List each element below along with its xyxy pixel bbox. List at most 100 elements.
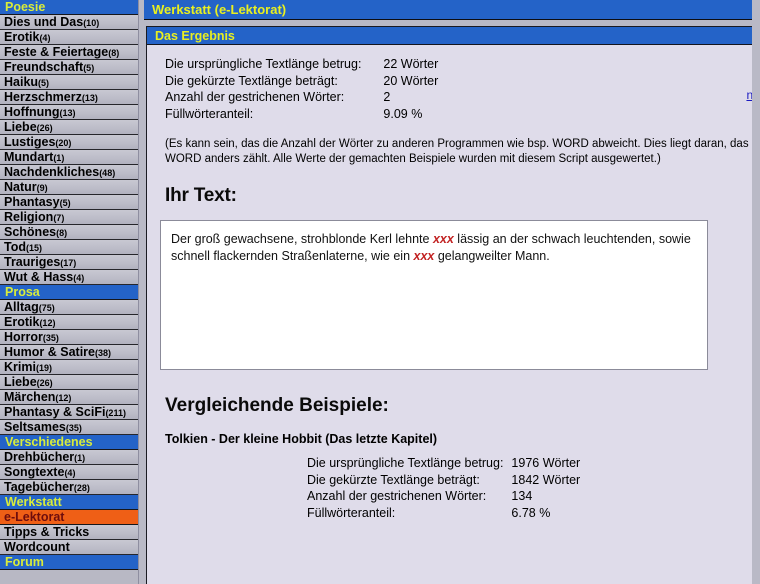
sidebar-item-count: (1) (53, 153, 65, 163)
sidebar-item-count: (9) (36, 183, 48, 193)
sidebar-item-count: (8) (56, 228, 68, 238)
sidebar-item-count: (211) (105, 408, 126, 418)
stat-row: Füllwörteranteil: 6.78 % (307, 506, 580, 523)
sidebar-item-count: (35) (65, 423, 82, 433)
stat-label: Die ursprüngliche Textlänge betrug: (307, 456, 504, 470)
sidebar-item-mundart[interactable]: Mundart(1) (0, 150, 138, 165)
sidebar-item-label: Drehbücher (4, 450, 75, 464)
sidebar-item-label: Phantasy (4, 195, 60, 209)
sidebar-item-phantasy[interactable]: Phantasy(5) (0, 195, 138, 210)
sidebar-item-feste-feiertage[interactable]: Feste & Feiertage(8) (0, 45, 138, 60)
sidebar-item-count: (15) (25, 243, 42, 253)
stat-value: 9.09 % (383, 106, 423, 121)
result-note: (Es kann sein, das die Anzahl der Wörter… (165, 138, 749, 165)
sidebar-item-religion[interactable]: Religion(7) (0, 210, 138, 225)
sidebar-item-krimi[interactable]: Krimi(19) (0, 360, 138, 375)
sidebar-item-label: Lustiges (4, 135, 56, 149)
sidebar-item-count: (7) (53, 213, 65, 223)
sidebar-item-label: Alltag (4, 300, 39, 314)
sidebar-item-tageb-cher[interactable]: Tagebücher(28) (0, 480, 138, 495)
sidebar-item-herzschmerz[interactable]: Herzschmerz(13) (0, 90, 138, 105)
sidebar-item-label: Werkstatt (5, 495, 62, 509)
sidebar-item-count: (48) (99, 168, 116, 178)
sidebar-item-forum[interactable]: Forum (0, 555, 138, 570)
sidebar-item-count: (35) (42, 333, 59, 343)
sidebar-item-nachdenkliches[interactable]: Nachdenkliches(48) (0, 165, 138, 180)
sidebar-item-freundschaft[interactable]: Freundschaft(5) (0, 60, 138, 75)
sidebar-item-label: Wordcount (4, 540, 70, 554)
compare-stats-table: Die ursprüngliche Textlänge betrug: 1976 … (307, 456, 580, 522)
sidebar-item-count: (17) (60, 258, 77, 268)
sidebar-item-verschiedenes[interactable]: Verschiedenes (0, 435, 138, 450)
sidebar-item-hoffnung[interactable]: Hoffnung(13) (0, 105, 138, 120)
sidebar-item-label: Seltsames (4, 420, 66, 434)
sidebar-item-count: (20) (55, 138, 72, 148)
sidebar-item-trauriges[interactable]: Trauriges(17) (0, 255, 138, 270)
sidebar-item-prosa[interactable]: Prosa (0, 285, 138, 300)
sidebar-item-count: (75) (38, 303, 55, 313)
compare-heading: Vergleichende Beispiele: (165, 395, 389, 416)
sidebar-item-werkstatt[interactable]: Werkstatt (0, 495, 138, 510)
stat-row: Die gekürzte Textlänge beträgt: 20 Wörter (165, 74, 438, 91)
sidebar-item-label: Forum (5, 555, 44, 569)
sidebar-item-label: Hoffnung (4, 105, 60, 119)
sidebar-item-dies-und-das[interactable]: Dies und Das(10) (0, 15, 138, 30)
sidebar-item-phantasy-scifi[interactable]: Phantasy & SciFi(211) (0, 405, 138, 420)
main-content: Werkstatt (e-Lektorat) Das Ergebnis Die … (139, 0, 760, 584)
sidebar-item-e-lektorat[interactable]: e-Lektorat (0, 510, 138, 525)
sidebar-item-songtexte[interactable]: Songtexte(4) (0, 465, 138, 480)
sidebar-item-poesie[interactable]: Poesie (0, 0, 138, 15)
sidebar-item-wordcount[interactable]: Wordcount (0, 540, 138, 555)
sidebar-item-label: Tagebücher (4, 480, 74, 494)
sidebar-item-label: Erotik (4, 315, 40, 329)
sidebar-item-seltsames[interactable]: Seltsames(35) (0, 420, 138, 435)
stat-row: Anzahl der gestrichenen Wörter: 2 (165, 90, 438, 107)
sidebar-item-horror[interactable]: Horror(35) (0, 330, 138, 345)
sidebar-item-tipps-tricks[interactable]: Tipps & Tricks (0, 525, 138, 540)
sidebar-item-haiku[interactable]: Haiku(5) (0, 75, 138, 90)
sidebar-item-label: Freundschaft (4, 60, 84, 74)
user-text-box[interactable]: Der groß gewachsene, strohblonde Kerl le… (160, 220, 708, 370)
stat-value: 1842 Wörter (511, 472, 581, 487)
sidebar-item-count: (12) (39, 318, 56, 328)
result-panel-title: Das Ergebnis (155, 28, 235, 43)
sidebar-item-count: (4) (64, 468, 76, 478)
filler-word-mark-2: xxx (413, 249, 435, 263)
sidebar-item-erotik[interactable]: Erotik(4) (0, 30, 138, 45)
sidebar-item-label: Herzschmerz (4, 90, 82, 104)
sidebar-item-lustiges[interactable]: Lustiges(20) (0, 135, 138, 150)
sidebar-item-label: Liebe (4, 375, 37, 389)
sidebar-item-count: (10) (83, 18, 100, 28)
sidebar-item-label: Feste & Feiertage (4, 45, 109, 59)
result-panel-body: Die ursprüngliche Textlänge betrug: 22 Wö… (147, 45, 760, 584)
sidebar-item-tod[interactable]: Tod(15) (0, 240, 138, 255)
sidebar-item-count: (19) (35, 363, 52, 373)
stat-row: Die ursprüngliche Textlänge betrug: 22 Wö… (165, 57, 438, 74)
sidebar-item-liebe[interactable]: Liebe(26) (0, 375, 138, 390)
sidebar-item-label: Mundart (4, 150, 54, 164)
stat-label: Anzahl der gestrichenen Wörter: (307, 489, 487, 503)
sidebar-item-label: Wut & Hass (4, 270, 74, 284)
sidebar-item-count: (38) (95, 348, 112, 358)
sidebar-item-sch-nes[interactable]: Schönes(8) (0, 225, 138, 240)
sidebar-item-m-rchen[interactable]: Märchen(12) (0, 390, 138, 405)
stat-label: Die gekürzte Textlänge beträgt: (307, 472, 480, 487)
sidebar-item-label: Tod (4, 240, 26, 254)
filler-word-mark-1: xxx (432, 232, 454, 246)
sidebar-item-label: e-Lektorat (4, 510, 65, 524)
sidebar-item-label: Tipps & Tricks (4, 525, 90, 539)
sidebar-item-erotik[interactable]: Erotik(12) (0, 315, 138, 330)
sidebar-item-wut-hass[interactable]: Wut & Hass(4) (0, 270, 138, 285)
stat-value: 6.78 % (511, 505, 551, 520)
sidebar-item-natur[interactable]: Natur(9) (0, 180, 138, 195)
sidebar-item-liebe[interactable]: Liebe(26) (0, 120, 138, 135)
sidebar-item-label: Liebe (4, 120, 37, 134)
sidebar-item-alltag[interactable]: Alltag(75) (0, 300, 138, 315)
result-summary: Die ursprüngliche Textlänge betrug: 22 Wö… (147, 45, 760, 123)
compare-stats: Die ursprüngliche Textlänge betrug: 1976 … (147, 446, 760, 522)
sidebar-item-humor-satire[interactable]: Humor & Satire(38) (0, 345, 138, 360)
stat-label: Füllwörteranteil: (165, 106, 254, 121)
sidebar-item-label: Trauriges (4, 255, 61, 269)
sidebar-item-count: (26) (36, 123, 53, 133)
sidebar-item-drehb-cher[interactable]: Drehbücher(1) (0, 450, 138, 465)
